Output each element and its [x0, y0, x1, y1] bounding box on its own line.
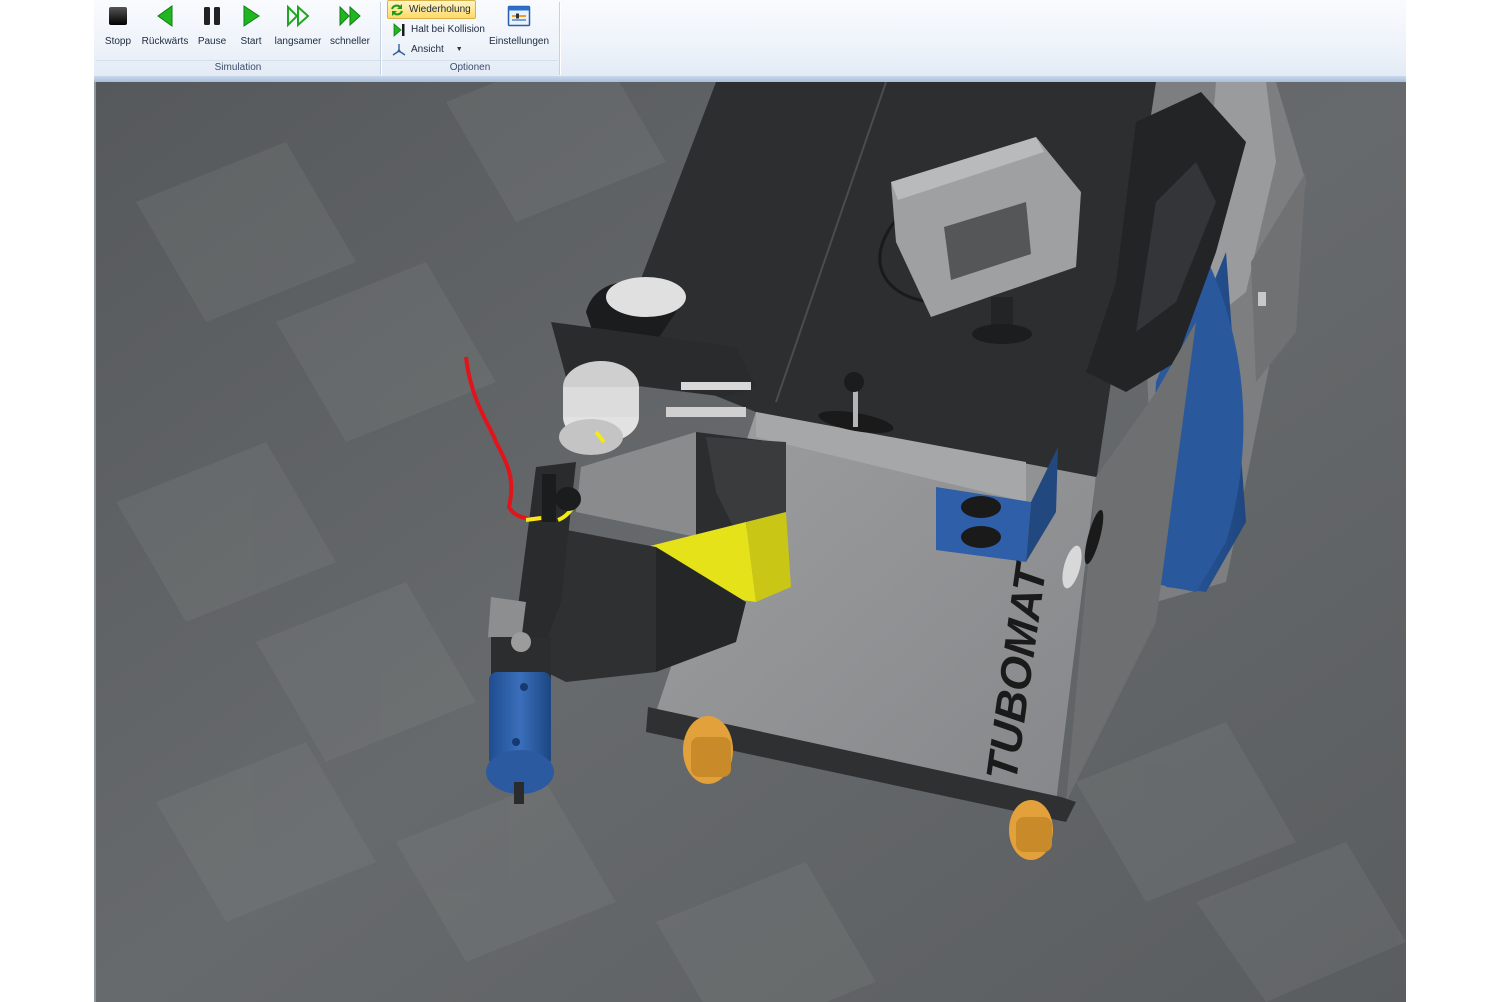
stop-icon	[109, 7, 127, 25]
faster-icon	[339, 5, 361, 27]
group-separator	[559, 2, 560, 75]
slower-label: langsamer	[274, 36, 322, 47]
repeat-icon	[391, 3, 403, 16]
view-label: Ansicht	[411, 44, 444, 55]
start-button[interactable]: Start	[234, 0, 268, 52]
stop-label: Stopp	[104, 36, 132, 47]
application-window: Stopp Rückwärts Pause Start langsamer sc…	[94, 0, 1406, 1002]
faster-label: schneller	[329, 36, 371, 47]
options-group: Wiederholung Halt bei Kollision Ansicht …	[382, 0, 558, 77]
step-to-end-icon	[393, 22, 405, 37]
machine-3d-scene: TUBOMAT	[96, 82, 1406, 1002]
group-separator	[380, 2, 381, 75]
faster-button[interactable]: schneller	[327, 0, 373, 52]
settings-button[interactable]: Einstellungen	[486, 0, 552, 52]
pause-label: Pause	[197, 36, 227, 47]
play-icon	[243, 5, 260, 27]
axes-icon	[392, 43, 406, 56]
halt-on-collision-label: Halt bei Kollision	[411, 24, 485, 35]
play-back-icon	[157, 5, 173, 27]
start-label: Start	[240, 36, 262, 47]
settings-window-icon	[507, 5, 531, 27]
simulation-group: Stopp Rückwärts Pause Start langsamer sc…	[94, 0, 380, 77]
halt-on-collision-button[interactable]: Halt bei Kollision	[392, 21, 485, 38]
repeat-button[interactable]: Wiederholung	[387, 0, 476, 19]
slower-icon	[287, 4, 310, 28]
slower-button[interactable]: langsamer	[272, 0, 324, 52]
simulation-group-label: Simulation	[96, 60, 380, 74]
view-dropdown[interactable]: Ansicht ▼	[392, 41, 463, 58]
options-group-label: Optionen	[382, 60, 558, 74]
pause-button[interactable]: Pause	[194, 0, 230, 52]
repeat-label: Wiederholung	[409, 4, 471, 15]
chevron-down-icon: ▼	[455, 46, 463, 53]
simulation-3d-viewport[interactable]: TUBOMAT	[94, 82, 1406, 1002]
ribbon-toolbar: Stopp Rückwärts Pause Start langsamer sc…	[94, 0, 1406, 79]
backward-label: Rückwärts	[141, 36, 189, 47]
stop-button[interactable]: Stopp	[100, 0, 136, 52]
settings-label: Einstellungen	[488, 36, 550, 47]
pause-icon	[204, 7, 220, 25]
backward-button[interactable]: Rückwärts	[139, 0, 191, 52]
